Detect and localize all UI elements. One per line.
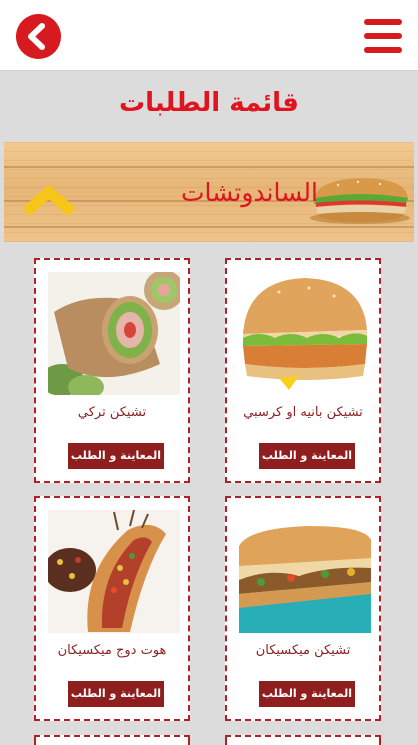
product-name: تشيكن ميكسيكان (255, 643, 351, 658)
sandwich-banner-image (310, 178, 410, 224)
category-label: الساندوتشات (180, 178, 318, 207)
product-name: تشيكن تركي (77, 405, 147, 420)
view-and-order-button[interactable]: المعاينة و الطلب (68, 443, 164, 469)
chevron-up-icon[interactable] (18, 182, 80, 220)
category-header-sandwiches[interactable]: الساندوتشات (4, 142, 414, 242)
hotdog-mexican-image (48, 510, 180, 633)
back-button[interactable] (16, 14, 61, 59)
page-title: قائمة الطلبات (119, 88, 299, 118)
product-name: تشيكن بانيه او كرسبي (243, 405, 363, 420)
view-and-order-button[interactable]: المعاينة و الطلب (259, 443, 355, 469)
menu-button[interactable] (364, 19, 402, 53)
product-card-partial[interactable] (34, 735, 190, 745)
chicken-pane-sandwich-image (239, 272, 371, 395)
product-card[interactable]: تشيكن ميكسيكان المعاينة و الطلب (225, 496, 381, 721)
view-and-order-button[interactable]: المعاينة و الطلب (259, 681, 355, 707)
product-card[interactable]: هوت دوج ميكسيكان المعاينة و الطلب (34, 496, 190, 721)
top-bar (0, 0, 418, 71)
product-card[interactable]: تشيكن بانيه او كرسبي المعاينة و الطلب (225, 258, 381, 483)
product-card[interactable]: تشيكن تركي المعاينة و الطلب (34, 258, 190, 483)
chicken-turkey-wrap-image (48, 272, 180, 395)
chicken-mexican-sandwich-image (239, 510, 371, 633)
view-and-order-button[interactable]: المعاينة و الطلب (68, 681, 164, 707)
chevron-left-icon (28, 23, 45, 50)
product-card-partial[interactable] (225, 735, 381, 745)
hamburger-menu-icon (364, 19, 402, 25)
product-name: هوت دوج ميكسيكان (57, 643, 167, 658)
